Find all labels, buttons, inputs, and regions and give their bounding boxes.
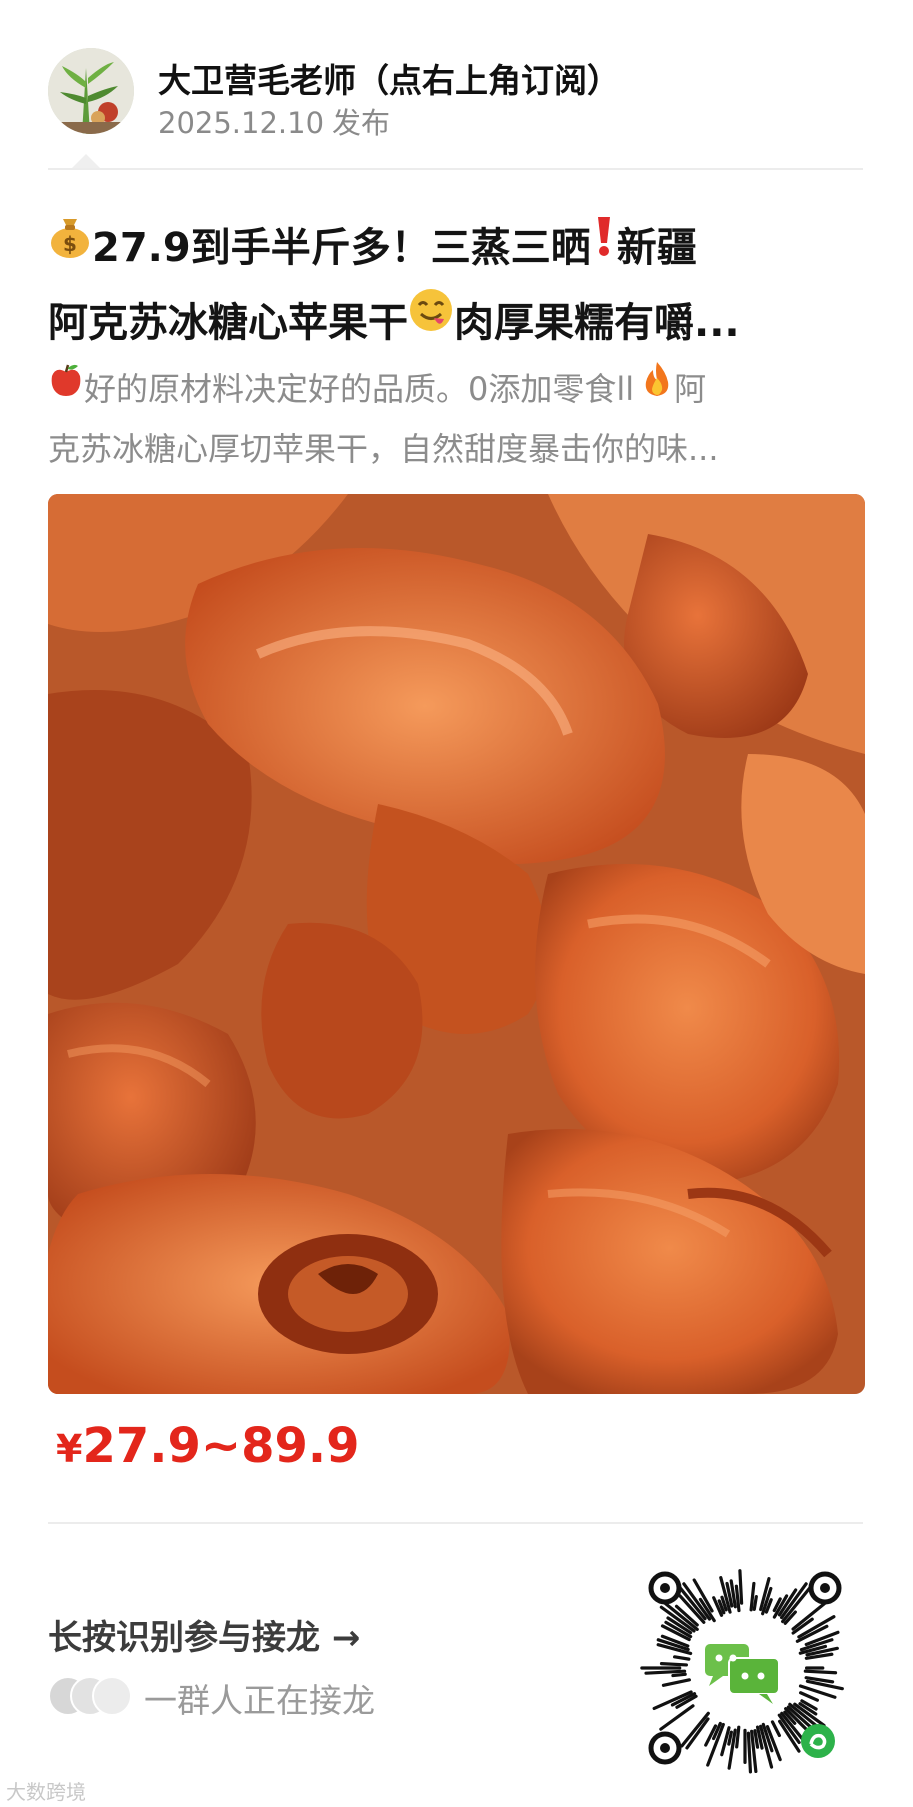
title-line-2: 阿克苏冰糖心苹果干 肉厚果糯有嚼... — [48, 287, 888, 362]
participant-avatar — [92, 1676, 132, 1716]
join-solitaire-label: 长按识别参与接龙 — [48, 1618, 320, 1658]
yum-face-icon — [408, 287, 454, 358]
exclamation-icon — [591, 212, 617, 283]
watermark-text: 大数跨境 — [6, 1780, 86, 1804]
participant-avatars — [48, 1676, 138, 1716]
article-summary[interactable]: 好的原材料决定好的品质。0添加零食ll 阿 克苏冰糖心厚切苹果干，自然甜度暴击你的… — [48, 360, 868, 478]
author-name[interactable]: 大卫营毛老师（点右上角订阅） — [158, 54, 620, 102]
participants-text: 一群人正在接龙 — [144, 1681, 375, 1720]
fire-icon — [640, 360, 674, 416]
price-range: 27.9~89.9 — [82, 1418, 360, 1474]
publish-date-suffix: 发布 — [332, 106, 391, 140]
author-header: 大卫营毛老师（点右上角订阅） 2025.12.10 发布 — [48, 48, 858, 168]
money-bag-icon: $ — [48, 212, 92, 283]
mini-program-qr-icon[interactable] — [635, 1558, 855, 1778]
publish-date-value: 2025.12.10 — [158, 106, 325, 140]
join-solitaire-link[interactable]: 长按识别参与接龙 → — [48, 1610, 360, 1659]
summary-line-1: 好的原材料决定好的品质。0添加零食ll 阿 — [48, 360, 868, 420]
title-line-1: $27.9到手半斤多！三蒸三晒 新疆 — [48, 212, 888, 287]
author-avatar[interactable] — [48, 48, 134, 134]
publish-date: 2025.12.10 发布 — [158, 100, 390, 142]
currency-symbol: ¥ — [56, 1427, 83, 1471]
product-image[interactable] — [48, 494, 865, 1394]
header-divider — [48, 168, 863, 170]
article-title[interactable]: $27.9到手半斤多！三蒸三晒 新疆 阿克苏冰糖心苹果干 肉厚果糯有嚼... — [48, 212, 888, 361]
product-price: ¥27.9~89.9 — [56, 1418, 360, 1474]
arrow-right-icon: → — [331, 1618, 361, 1658]
header-notch — [72, 154, 100, 168]
summary-line-2: 克苏冰糖心厚切苹果干，自然甜度暴击你的味... — [48, 430, 719, 468]
apple-icon — [48, 360, 84, 416]
section-divider — [48, 1522, 863, 1524]
svg-text:$: $ — [63, 232, 77, 256]
